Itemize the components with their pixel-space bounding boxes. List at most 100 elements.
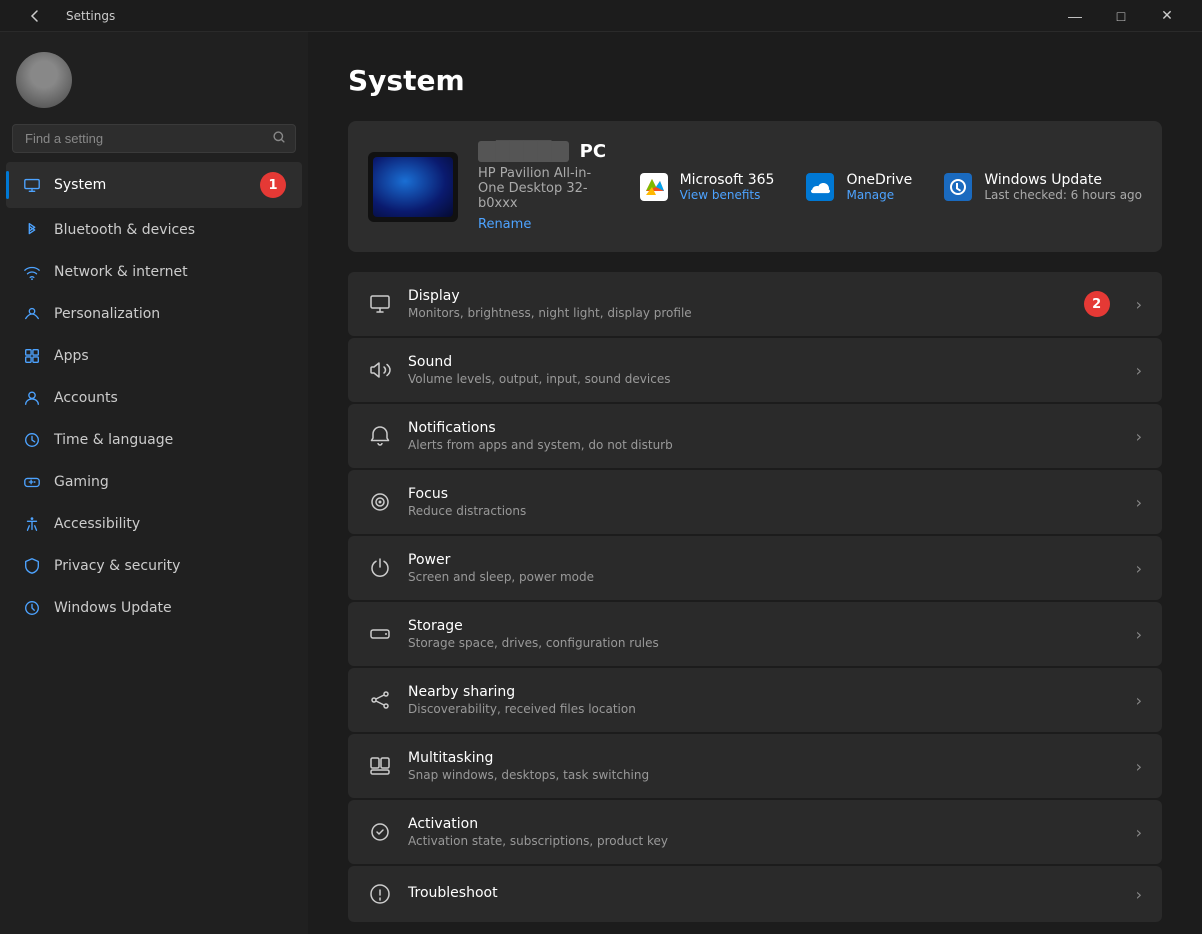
personalization-icon <box>22 304 42 324</box>
sidebar-item-apps[interactable]: Apps <box>6 336 302 376</box>
network-icon <box>22 262 42 282</box>
display-text: Display Monitors, brightness, night ligh… <box>408 288 1068 320</box>
pc-model: HP Pavilion All-in-One Desktop 32-b0xxx <box>478 166 618 211</box>
setting-multitasking[interactable]: Multitasking Snap windows, desktops, tas… <box>348 734 1162 798</box>
accounts-icon <box>22 388 42 408</box>
storage-icon <box>368 622 392 646</box>
pc-name: ████ PC <box>478 141 618 162</box>
accessibility-icon <box>22 514 42 534</box>
ms365-text: Microsoft 365 View benefits <box>680 172 775 202</box>
time-icon <box>22 430 42 450</box>
sidebar: System 1 Bluetooth & devices Network & i… <box>0 32 308 934</box>
privacy-icon <box>22 556 42 576</box>
onedrive-shortcut[interactable]: OneDrive Manage <box>804 171 912 203</box>
sidebar-item-privacy[interactable]: Privacy & security <box>6 546 302 586</box>
pc-image <box>368 152 458 222</box>
titlebar: Settings — □ ✕ <box>0 0 1202 32</box>
setting-troubleshoot[interactable]: Troubleshoot › <box>348 866 1162 922</box>
pc-card: ████ PC HP Pavilion All-in-One Desktop 3… <box>348 121 1162 252</box>
sidebar-item-label-accounts: Accounts <box>54 390 118 406</box>
sidebar-item-gaming[interactable]: Gaming <box>6 462 302 502</box>
setting-notifications[interactable]: Notifications Alerts from apps and syste… <box>348 404 1162 468</box>
setting-display[interactable]: Display Monitors, brightness, night ligh… <box>348 272 1162 336</box>
setting-nearbysharing[interactable]: Nearby sharing Discoverability, received… <box>348 668 1162 732</box>
multitasking-text: Multitasking Snap windows, desktops, tas… <box>408 750 1120 782</box>
sidebar-item-label-time: Time & language <box>54 432 173 448</box>
sidebar-item-bluetooth[interactable]: Bluetooth & devices <box>6 210 302 250</box>
nearbysharing-chevron: › <box>1136 691 1142 710</box>
troubleshoot-text: Troubleshoot <box>408 885 1120 903</box>
app-window: System 1 Bluetooth & devices Network & i… <box>0 32 1202 934</box>
winupdate-shortcut-text: Windows Update Last checked: 6 hours ago <box>984 172 1142 202</box>
setting-activation[interactable]: Activation Activation state, subscriptio… <box>348 800 1162 864</box>
sidebar-item-system[interactable]: System 1 <box>6 162 302 208</box>
back-button[interactable] <box>12 0 58 32</box>
power-chevron: › <box>1136 559 1142 578</box>
activation-chevron: › <box>1136 823 1142 842</box>
windowsupdate-icon <box>22 598 42 618</box>
focus-text: Focus Reduce distractions <box>408 486 1120 518</box>
annotation-badge-1: 1 <box>260 172 286 198</box>
storage-text: Storage Storage space, drives, configura… <box>408 618 1120 650</box>
sidebar-item-label-windowsupdate: Windows Update <box>54 600 172 616</box>
sound-text: Sound Volume levels, output, input, soun… <box>408 354 1120 386</box>
avatar <box>16 52 72 108</box>
sidebar-item-accounts[interactable]: Accounts <box>6 378 302 418</box>
sidebar-item-windowsupdate[interactable]: Windows Update <box>6 588 302 628</box>
maximize-button[interactable]: □ <box>1098 0 1144 32</box>
sidebar-item-accessibility[interactable]: Accessibility <box>6 504 302 544</box>
sidebar-item-label-accessibility: Accessibility <box>54 516 140 532</box>
page-title: System <box>348 64 1162 97</box>
winupdate-shortcut[interactable]: Windows Update Last checked: 6 hours ago <box>942 171 1142 203</box>
troubleshoot-icon <box>368 882 392 906</box>
ms365-shortcut[interactable]: Microsoft 365 View benefits <box>638 171 775 203</box>
onedrive-icon <box>804 171 836 203</box>
nearbysharing-icon <box>368 688 392 712</box>
notifications-icon <box>368 424 392 448</box>
settings-list: Display Monitors, brightness, night ligh… <box>348 272 1162 922</box>
main-content: System ████ PC HP Pavilion All-in-One De… <box>308 32 1202 934</box>
system-icon <box>22 175 42 195</box>
setting-sound[interactable]: Sound Volume levels, output, input, soun… <box>348 338 1162 402</box>
sidebar-item-label-apps: Apps <box>54 348 89 364</box>
sidebar-item-label-gaming: Gaming <box>54 474 109 490</box>
sidebar-item-network[interactable]: Network & internet <box>6 252 302 292</box>
onedrive-text: OneDrive Manage <box>846 172 912 202</box>
sidebar-profile <box>0 32 308 124</box>
nearbysharing-text: Nearby sharing Discoverability, received… <box>408 684 1120 716</box>
sidebar-item-label-system: System <box>54 177 106 193</box>
minimize-button[interactable]: — <box>1052 0 1098 32</box>
notifications-chevron: › <box>1136 427 1142 446</box>
sound-chevron: › <box>1136 361 1142 380</box>
sidebar-item-personalization[interactable]: Personalization <box>6 294 302 334</box>
sidebar-item-label-privacy: Privacy & security <box>54 558 180 574</box>
setting-power[interactable]: Power Screen and sleep, power mode › <box>348 536 1162 600</box>
close-button[interactable]: ✕ <box>1144 0 1190 32</box>
sidebar-item-time[interactable]: Time & language <box>6 420 302 460</box>
setting-storage[interactable]: Storage Storage space, drives, configura… <box>348 602 1162 666</box>
display-chevron: › <box>1136 295 1142 314</box>
troubleshoot-chevron: › <box>1136 885 1142 904</box>
gaming-icon <box>22 472 42 492</box>
notifications-text: Notifications Alerts from apps and syste… <box>408 420 1120 452</box>
sidebar-item-label-bluetooth: Bluetooth & devices <box>54 222 195 238</box>
winupdate-shortcut-icon <box>942 171 974 203</box>
pc-rename-link[interactable]: Rename <box>478 217 618 232</box>
search-icon <box>272 130 286 148</box>
power-text: Power Screen and sleep, power mode <box>408 552 1120 584</box>
apps-icon <box>22 346 42 366</box>
search-input[interactable] <box>12 124 296 153</box>
sidebar-item-label-personalization: Personalization <box>54 306 160 322</box>
sound-icon <box>368 358 392 382</box>
activation-icon <box>368 820 392 844</box>
search-box <box>12 124 296 153</box>
power-icon <box>368 556 392 580</box>
setting-focus[interactable]: Focus Reduce distractions › <box>348 470 1162 534</box>
activation-text: Activation Activation state, subscriptio… <box>408 816 1120 848</box>
titlebar-title: Settings <box>66 9 115 23</box>
sidebar-item-label-network: Network & internet <box>54 264 188 280</box>
focus-chevron: › <box>1136 493 1142 512</box>
titlebar-controls: — □ ✕ <box>1052 0 1190 32</box>
multitasking-chevron: › <box>1136 757 1142 776</box>
bluetooth-icon <box>22 220 42 240</box>
